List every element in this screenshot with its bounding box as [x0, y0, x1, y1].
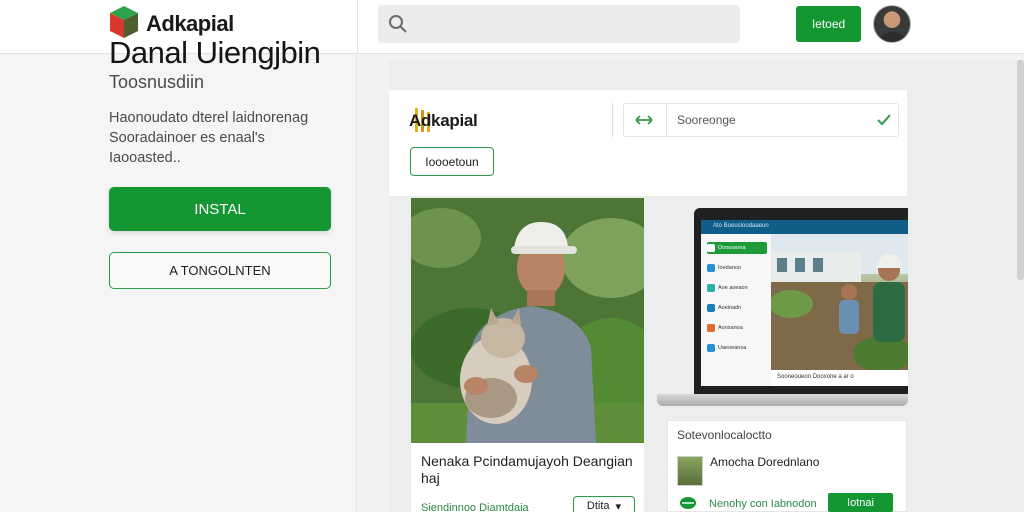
field-workers-image: [771, 234, 908, 370]
hero-subtitle: Toosnusdiin: [109, 72, 205, 92]
swap-arrows-icon[interactable]: [634, 111, 654, 129]
laptop-app-title: Ato Boeusloodaaeun: [713, 223, 769, 229]
card-action-button[interactable]: Ioooetoun: [410, 147, 494, 176]
laptop-sidebar-item: Ooouoaroa: [707, 242, 767, 254]
laptop-display: Ato Boeusloodaaeun Ooouoaroa Ioedanoo Ao…: [701, 220, 908, 386]
search-input[interactable]: [418, 11, 728, 37]
select-separator: [666, 104, 667, 136]
check-icon[interactable]: [876, 112, 892, 128]
laptop-sidebar-item: Ioedanoo: [707, 262, 767, 274]
laptop-sidebar-item: Aoeinadn: [707, 302, 767, 314]
panel-action-button[interactable]: Iotnai: [828, 493, 893, 512]
photo-footer-button-label: Dtita: [586, 500, 610, 512]
leaf-icon: [680, 497, 696, 509]
panel-link[interactable]: Nenohy con Iabnodon: [709, 498, 817, 510]
brand-name[interactable]: Adkapial: [146, 11, 234, 37]
farmer-with-cat-image: [411, 198, 644, 443]
search-bar[interactable]: [378, 5, 740, 43]
select-value: Sooreonge: [677, 113, 736, 127]
card-select[interactable]: Sooreonge: [623, 103, 899, 137]
hero-description: Haonoudato dterel laidnorenag Sooradaino…: [109, 110, 309, 166]
laptop-sidebar-item: Aonsanoa: [707, 322, 767, 334]
install-button[interactable]: INSTAL: [109, 187, 331, 231]
panel-title: Sotevonlocaloctto: [677, 428, 772, 442]
farmer-photo: [411, 198, 644, 443]
laptop-base: [657, 394, 908, 406]
photo-footer-button[interactable]: Dtita ▾: [573, 496, 635, 512]
laptop-sidebar: Ooouoaroa Ioedanoo Aoe aoeaon Aoeinadn A…: [701, 234, 771, 386]
chevron-down-icon: ▾: [615, 500, 622, 512]
user-avatar[interactable]: [873, 5, 911, 43]
laptop-field-photo: [771, 234, 908, 370]
panel-item-text: Amocha Dorednlano: [710, 455, 820, 469]
laptop-sidebar-item: Uaeoeanoa: [707, 342, 767, 354]
header-divider: [357, 0, 358, 54]
avatar-shoulders: [880, 32, 906, 42]
photo-caption: Nenaka Pcindamujayoh Deangian haj: [421, 453, 633, 486]
photo-footer-link[interactable]: Siendinnoo Diamtdaia: [421, 502, 529, 512]
secondary-button[interactable]: A TONGOLNTEN: [109, 252, 331, 289]
laptop-app-header: Ato Boeusloodaaeun: [701, 220, 908, 234]
header-action-button[interactable]: Ietoed: [796, 6, 861, 42]
hero-title: Danal Uiengjbin: [109, 35, 321, 70]
card-divider: [612, 103, 613, 137]
scrollbar[interactable]: [1017, 60, 1024, 280]
search-icon[interactable]: [388, 14, 408, 34]
card-brand: Adkapial: [409, 111, 478, 130]
panel-thumbnail: [677, 456, 703, 486]
laptop-status-strip: Sooneoueon Dooxone a ar o: [771, 370, 908, 386]
laptop-sidebar-item: Aoe aoeaon: [707, 282, 767, 294]
